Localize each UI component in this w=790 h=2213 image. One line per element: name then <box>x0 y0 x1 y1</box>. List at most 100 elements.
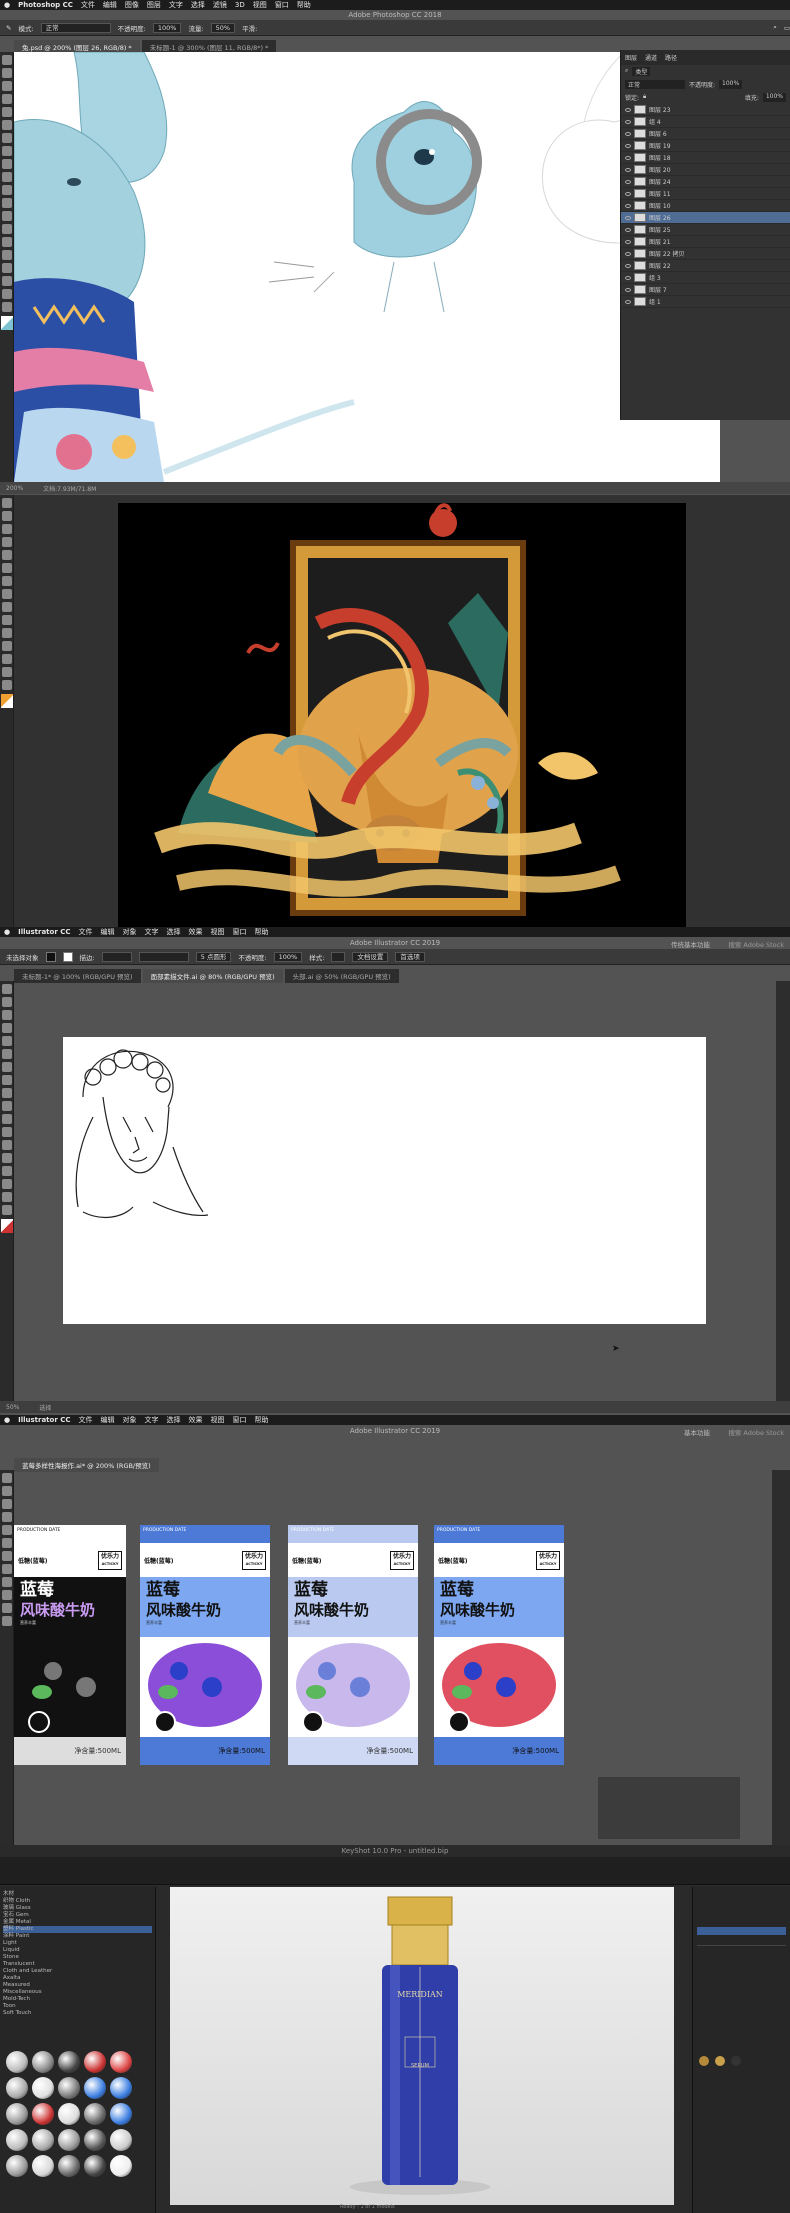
ks-material-ball[interactable] <box>58 2129 80 2151</box>
ai1-tab-untitled[interactable]: 未标题-1* @ 100% (RGB/GPU 预览) <box>14 969 141 983</box>
ks-material-ball[interactable] <box>110 2051 132 2073</box>
channels-tab[interactable]: 通道 <box>645 53 657 62</box>
ps-menu-layer[interactable]: 图层 <box>147 0 161 10</box>
color-swatches[interactable] <box>1 316 13 330</box>
ks-library-item[interactable]: Miscellaneous <box>3 1989 152 1996</box>
width-tool-icon[interactable] <box>2 1140 12 1150</box>
type-icon[interactable] <box>2 1036 12 1046</box>
lasso-tool-icon[interactable] <box>2 524 12 534</box>
apple-icon[interactable]: ● <box>4 1416 10 1424</box>
eye-icon[interactable] <box>625 119 631 124</box>
brush-icon[interactable] <box>2 146 12 156</box>
ai1-tab-face[interactable]: 面部素描文件.ai @ 80% (RGB/GPU 预览) <box>142 969 283 983</box>
eye-icon[interactable] <box>625 179 631 184</box>
ai1-menu-edit[interactable]: 编辑 <box>101 927 115 937</box>
layer-row[interactable]: 图层 10 <box>621 200 790 212</box>
type-icon[interactable] <box>2 641 12 651</box>
ks-material-ball[interactable] <box>32 2077 54 2099</box>
ai2-menu-view[interactable]: 视图 <box>211 1415 225 1425</box>
ps-menu-file[interactable]: 文件 <box>81 0 95 10</box>
layer-row[interactable]: 组 3 <box>621 272 790 284</box>
lock-icon[interactable]: 🔒︎ <box>643 93 646 102</box>
ks-library-item[interactable]: Translucent <box>3 1961 152 1968</box>
ps-menu-3d[interactable]: 3D <box>235 1 245 9</box>
hand-icon[interactable] <box>2 1603 12 1613</box>
healing-brush-icon[interactable] <box>2 133 12 143</box>
ks-material-ball[interactable] <box>6 2155 28 2177</box>
ks-library-item[interactable]: Light <box>3 1940 152 1947</box>
scale-icon[interactable] <box>2 1127 12 1137</box>
ks-library-item[interactable]: Mold-Tech <box>3 1996 152 2003</box>
ks-material-ball[interactable] <box>110 2103 132 2125</box>
ai2-workspace[interactable]: 基本功能 <box>684 1427 710 1437</box>
layer-blend-mode[interactable]: 正常 <box>625 80 685 89</box>
line-icon[interactable] <box>2 1049 12 1059</box>
ai2-app-name[interactable]: Illustrator CC <box>18 1416 70 1424</box>
zoom-icon[interactable] <box>2 1616 12 1626</box>
ai1-menu-effect[interactable]: 效果 <box>189 927 203 937</box>
ks-library-item[interactable]: 宝石 Gem <box>3 1912 152 1919</box>
rectangle-icon[interactable] <box>2 1062 12 1072</box>
ai2-menu-select[interactable]: 选择 <box>167 1415 181 1425</box>
ai2-menu-edit[interactable]: 编辑 <box>101 1415 115 1425</box>
eyedropper-icon[interactable] <box>2 563 12 573</box>
ai1-menu-view[interactable]: 视图 <box>211 927 225 937</box>
eye-icon[interactable] <box>625 227 631 232</box>
yogurt-package[interactable]: PRODUCTION DATE 低糖(蓝莓) 优乐力 ACTICKY 蓝莓 风味酸牛奶 营养… <box>434 1525 564 1765</box>
ai1-prefs-button[interactable]: 首选项 <box>395 951 425 962</box>
gradient-icon[interactable] <box>2 198 12 208</box>
ai1-variable-width[interactable] <box>138 951 189 962</box>
gradient-icon[interactable] <box>2 615 12 625</box>
ks-material-ball[interactable] <box>110 2077 132 2099</box>
ps-menu-image[interactable]: 图像 <box>125 0 139 10</box>
selection-tool-icon[interactable] <box>2 1473 12 1483</box>
ai1-artboard[interactable] <box>63 1037 706 1324</box>
ks-material-ball[interactable] <box>84 2051 106 2073</box>
ks-material-ball[interactable] <box>6 2051 28 2073</box>
layer-kind-filter[interactable]: 类型 <box>632 67 651 76</box>
apple-icon[interactable]: ● <box>4 928 10 936</box>
ai1-menu-file[interactable]: 文件 <box>79 927 93 937</box>
paintbrush-icon[interactable] <box>2 1075 12 1085</box>
ps-menu-select[interactable]: 选择 <box>191 0 205 10</box>
layer-row[interactable]: 图层 11 <box>621 188 790 200</box>
shape-builder-icon[interactable] <box>2 1153 12 1163</box>
ks-library-item[interactable]: Soft Touch <box>3 2010 152 2017</box>
eyedropper-icon[interactable] <box>2 1179 12 1189</box>
ks-material-ball[interactable] <box>58 2155 80 2177</box>
eye-icon[interactable] <box>625 191 631 196</box>
eye-icon[interactable] <box>625 275 631 280</box>
ks-library-item[interactable]: Liquid <box>3 1947 152 1954</box>
gradient-icon[interactable] <box>2 1166 12 1176</box>
stamp-icon[interactable] <box>2 159 12 169</box>
ks-material-ball[interactable] <box>32 2155 54 2177</box>
path-select-icon[interactable] <box>2 263 12 273</box>
ps-menu-filter[interactable]: 滤镜 <box>213 0 227 10</box>
ai1-tab-head[interactable]: 头部.ai @ 50% (RGB/GPU 预览) <box>284 969 399 983</box>
ks-library-item[interactable]: Cloth and Leather <box>3 1968 152 1975</box>
ks-library-item[interactable]: 玻璃 Glass <box>3 1905 152 1912</box>
ks-material-ball[interactable] <box>6 2077 28 2099</box>
ks-material-ball[interactable] <box>32 2129 54 2151</box>
ks-material-ball[interactable] <box>58 2103 80 2125</box>
layer-row[interactable]: 组 4 <box>621 116 790 128</box>
eye-icon[interactable] <box>625 239 631 244</box>
ai2-tab-poster[interactable]: 蓝莓多样性海报作.ai* @ 200% (RGB/预览) <box>14 1458 159 1472</box>
direct-selection-icon[interactable] <box>2 997 12 1007</box>
layer-row[interactable]: 图层 26 <box>621 212 790 224</box>
crop-tool-icon[interactable] <box>2 107 12 117</box>
ks-material-ball[interactable] <box>84 2103 106 2125</box>
ks-library-item[interactable]: 塑料 Plastic <box>3 1926 152 1933</box>
yogurt-package[interactable]: PRODUCTION DATE 低糖(蓝莓) 优乐力 ACTICKY 蓝莓 风味酸牛奶 营养… <box>140 1525 270 1765</box>
color-swatches[interactable] <box>1 694 13 708</box>
ks-library-item[interactable]: 涂料 Paint <box>3 1933 152 1940</box>
hand-icon[interactable] <box>2 289 12 299</box>
dodge-icon[interactable] <box>2 224 12 234</box>
ps-canvas[interactable] <box>14 52 720 482</box>
paintbrush-icon[interactable] <box>2 1538 12 1548</box>
ks-material-ball[interactable] <box>84 2129 106 2151</box>
rotate-icon[interactable] <box>2 1551 12 1561</box>
layer-row[interactable]: 图层 25 <box>621 224 790 236</box>
layer-opacity-value[interactable]: 100% <box>719 80 743 89</box>
ai1-doc-setup-button[interactable]: 文档设置 <box>352 951 389 962</box>
